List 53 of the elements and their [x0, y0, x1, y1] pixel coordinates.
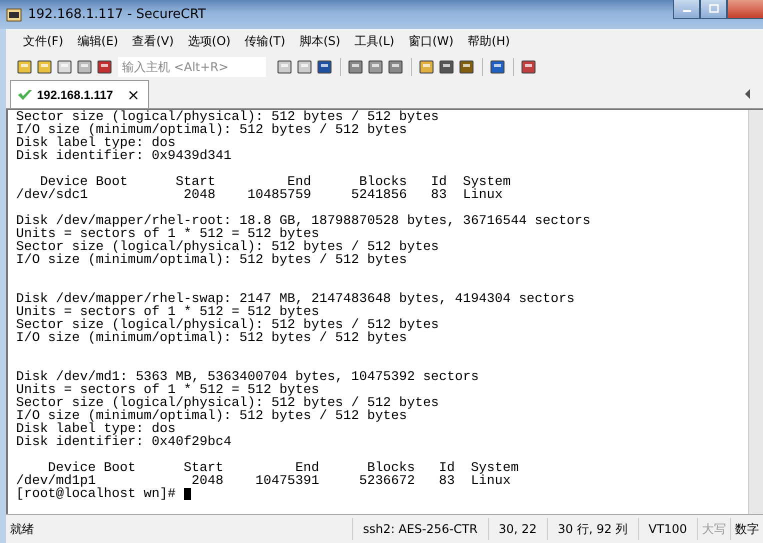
minimize-button[interactable] — [673, 0, 700, 19]
status-text: 就绪 — [9, 520, 35, 538]
terminal[interactable] — [6, 109, 763, 514]
terminal-line: I/O size (minimum/optimal): 512 bytes / 512 bytes — [16, 409, 407, 422]
close-button[interactable] — [727, 0, 763, 19]
maximize-icon — [708, 4, 718, 14]
menu-item[interactable]: 选项(O) — [180, 32, 238, 50]
menu-item[interactable]: 工具(L) — [347, 32, 402, 50]
menu-item[interactable]: 编辑(E) — [70, 32, 126, 50]
menu-item[interactable]: 窗口(W) — [401, 32, 461, 50]
terminal-line: Units = sectors of 1 * 512 = 512 bytes — [16, 305, 320, 318]
terminal-line: Device Boot Start End Blocks Id System — [48, 461, 520, 474]
terminal-line: I/O size (minimum/optimal): 512 bytes / 512 bytes — [16, 123, 407, 136]
cursor — [184, 488, 191, 500]
terminal-line: Disk identifier: 0x40f29bc4 — [16, 435, 232, 448]
status-field: 30, 22 — [488, 518, 547, 540]
status-field: 30 行, 92 列 — [546, 518, 638, 540]
terminal-line: Disk identifier: 0x9439d341 — [16, 149, 232, 162]
status-field: VT100 — [638, 518, 697, 540]
session-tab[interactable]: 192.168.1.117 × — [10, 80, 149, 108]
terminal-line: /dev/sdc1 2048 10485759 5241856 83 Linux — [16, 188, 503, 201]
terminal-line: Units = sectors of 1 * 512 = 512 bytes — [16, 227, 320, 240]
terminal-line: I/O size (minimum/optimal): 512 bytes / 512 bytes — [16, 253, 407, 266]
scrollbar[interactable] — [748, 110, 763, 514]
terminal-line: Disk /dev/mapper/rhel-swap: 2147 MB, 2147483648 bytes, 4194304 sectors — [16, 292, 576, 305]
tab-close-button[interactable]: × — [127, 86, 140, 104]
terminal-line: I/O size (minimum/optimal): 512 bytes / 512 bytes — [16, 331, 407, 344]
host-field[interactable]: 输入主机 <Alt+R> — [118, 56, 266, 76]
menu-item[interactable]: 文件(F) — [16, 32, 70, 50]
terminal-line: Sector size (logical/physical): 512 bytes / 512 bytes — [16, 110, 440, 123]
terminal-line: Sector size (logical/physical): 512 bytes / 512 bytes — [16, 318, 440, 331]
terminal-line: Units = sectors of 1 * 512 = 512 bytes — [16, 383, 320, 396]
shell-prompt: [root@localhost wn]# — [16, 487, 177, 500]
tab-scroll-icon[interactable] — [745, 89, 751, 99]
terminal-line: /dev/md1p1 2048 10475391 5236672 83 Linux — [16, 474, 511, 487]
menu-item[interactable]: 查看(V) — [125, 32, 181, 50]
tab-label: 192.168.1.117 — [37, 88, 114, 102]
key-indicator: 数字 — [730, 518, 763, 540]
window-title: 192.168.1.117 - SecureCRT — [28, 7, 207, 22]
terminal-line: Device Boot Start End Blocks Id System — [40, 175, 512, 188]
menu-item[interactable]: 传输(T) — [238, 32, 292, 50]
terminal-line: Disk /dev/md1: 5363 MB, 5363400704 bytes, 10475392 sectors — [16, 370, 480, 383]
status-field: ssh2: AES-256-CTR — [352, 518, 488, 540]
terminal-line: Disk label type: dos — [16, 422, 176, 435]
menu-item[interactable]: 脚本(S) — [292, 32, 348, 50]
terminal-line: Sector size (logical/physical): 512 bytes / 512 bytes — [16, 396, 440, 409]
terminal-line: Disk label type: dos — [16, 136, 176, 149]
terminal-icon — [6, 6, 22, 22]
terminal-line: Sector size (logical/physical): 512 bytes / 512 bytes — [16, 240, 440, 253]
terminal-line: Disk /dev/mapper/rhel-root: 18.8 GB, 18798870528 bytes, 36716544 sectors — [16, 214, 592, 227]
menu-item[interactable]: 帮助(H) — [460, 32, 517, 50]
maximize-button[interactable] — [700, 0, 727, 19]
key-indicator: 大写 — [697, 518, 730, 540]
